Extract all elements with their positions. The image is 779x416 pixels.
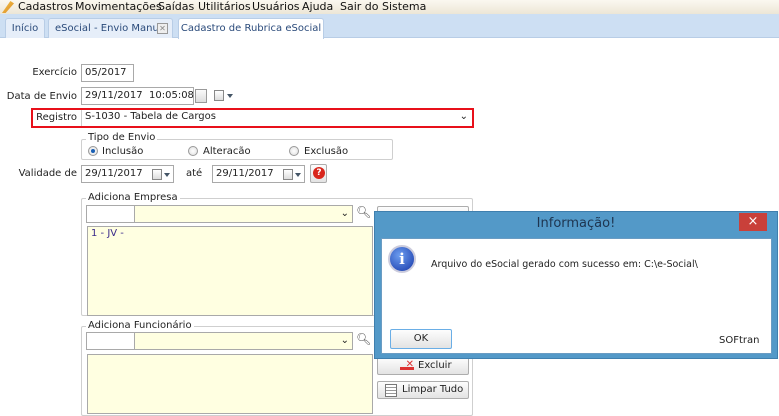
excluir-label: Excluir bbox=[418, 360, 452, 371]
menu-utilitarios[interactable]: Utilitários bbox=[198, 0, 251, 14]
info-icon: i bbox=[388, 245, 416, 273]
exercicio-label: Exercício bbox=[32, 67, 77, 78]
tab-bar: Início eSocial - Envio Manual ✕ Cadastro… bbox=[0, 14, 779, 39]
data-envio-date: 29/11/2017 bbox=[85, 90, 143, 101]
tab-cadastro-rubrica[interactable]: Cadastro de Rubrica eSocial bbox=[178, 18, 324, 39]
info-dialog: Informação! × i Arquivo do eSocial gerad… bbox=[374, 211, 778, 359]
registro-label: Registro bbox=[36, 112, 77, 123]
brand-label: SOFtran bbox=[719, 335, 760, 346]
menu-ajuda[interactable]: Ajuda bbox=[302, 0, 333, 14]
empresa-code-input[interactable] bbox=[86, 205, 135, 223]
help-icon: ? bbox=[313, 167, 325, 179]
app-icon bbox=[2, 1, 14, 13]
funcionario-list[interactable] bbox=[87, 354, 373, 414]
search-icon[interactable]: 🔍︎ bbox=[356, 332, 371, 346]
chevron-down-icon[interactable] bbox=[227, 94, 233, 98]
menu-movimentacoes[interactable]: Movimentações bbox=[75, 0, 162, 14]
empresa-list[interactable]: 1 - JV - bbox=[87, 226, 373, 316]
calendar-icon[interactable] bbox=[214, 90, 224, 101]
chevron-down-icon: ⌄ bbox=[340, 335, 349, 346]
dialog-body: i Arquivo do eSocial gerado com sucesso … bbox=[381, 238, 772, 354]
clear-table-icon bbox=[385, 384, 397, 397]
radio-exclusao[interactable] bbox=[289, 146, 299, 156]
registro-value: S-1030 - Tabela de Cargos bbox=[85, 111, 216, 122]
radio-alteracao-label: Alteracão bbox=[203, 146, 251, 157]
funcionario-code-input[interactable] bbox=[86, 332, 135, 350]
menu-saidas[interactable]: Saídas bbox=[158, 0, 194, 14]
close-button[interactable]: × bbox=[739, 213, 767, 231]
close-icon[interactable]: ✕ bbox=[157, 23, 168, 34]
menu-bar: Cadastros Movimentações Saídas Utilitári… bbox=[0, 0, 779, 14]
adiciona-funcionario-title: Adiciona Funcionário bbox=[86, 320, 194, 332]
tab-esocial-envio-manual[interactable]: eSocial - Envio Manual ✕ bbox=[48, 18, 173, 38]
search-icon[interactable]: 🔍︎ bbox=[356, 205, 371, 219]
radio-exclusao-label: Exclusão bbox=[304, 146, 349, 157]
time-spinner[interactable] bbox=[195, 89, 207, 103]
chevron-down-icon[interactable] bbox=[295, 173, 301, 177]
ate-label: até bbox=[186, 168, 203, 179]
menu-sair[interactable]: Sair do Sistema bbox=[340, 0, 426, 14]
validade-label: Validade de bbox=[18, 168, 77, 179]
data-envio-label: Data de Envio bbox=[6, 91, 77, 102]
limpar-label: Limpar Tudo bbox=[402, 384, 464, 395]
registro-select[interactable]: S-1030 - Tabela de Cargos ⌄ bbox=[81, 110, 472, 126]
chevron-down-icon: ⌄ bbox=[340, 208, 349, 219]
radio-inclusao[interactable] bbox=[88, 146, 98, 156]
dialog-message: Arquivo do eSocial gerado com sucesso em… bbox=[431, 259, 698, 270]
calendar-icon[interactable] bbox=[283, 169, 293, 180]
data-envio-time: 10:05:08 bbox=[149, 90, 194, 101]
menu-cadastros[interactable]: Cadastros bbox=[18, 0, 73, 14]
excluir-button[interactable]: ✕ Excluir bbox=[377, 357, 469, 375]
radio-inclusao-label: Inclusão bbox=[102, 146, 144, 157]
chevron-down-icon[interactable] bbox=[164, 173, 170, 177]
adiciona-empresa-title: Adiciona Empresa bbox=[86, 192, 180, 204]
tab-inicio[interactable]: Início bbox=[5, 18, 45, 38]
data-envio-input[interactable]: 29/11/2017 10:05:08 bbox=[81, 87, 194, 105]
funcionario-combo[interactable]: ⌄ bbox=[134, 332, 353, 350]
empresa-combo[interactable]: ⌄ bbox=[134, 205, 353, 223]
list-item[interactable]: 1 - JV - bbox=[91, 227, 372, 241]
calendar-icon[interactable] bbox=[152, 169, 162, 180]
limpar-tudo-button[interactable]: Limpar Tudo bbox=[377, 381, 469, 399]
chevron-down-icon: ⌄ bbox=[459, 111, 468, 122]
menu-usuarios[interactable]: Usuários bbox=[252, 0, 300, 14]
delete-icon: ✕ bbox=[400, 360, 414, 370]
tipo-envio-title: Tipo de Envio bbox=[86, 132, 158, 144]
help-button[interactable]: ? bbox=[310, 164, 327, 183]
radio-alteracao[interactable] bbox=[188, 146, 198, 156]
exercicio-input[interactable]: 05/2017 bbox=[81, 64, 134, 82]
ok-button[interactable]: OK bbox=[390, 329, 452, 349]
dialog-title: Informação! bbox=[536, 216, 616, 231]
tab-label: eSocial - Envio Manual bbox=[55, 23, 168, 34]
